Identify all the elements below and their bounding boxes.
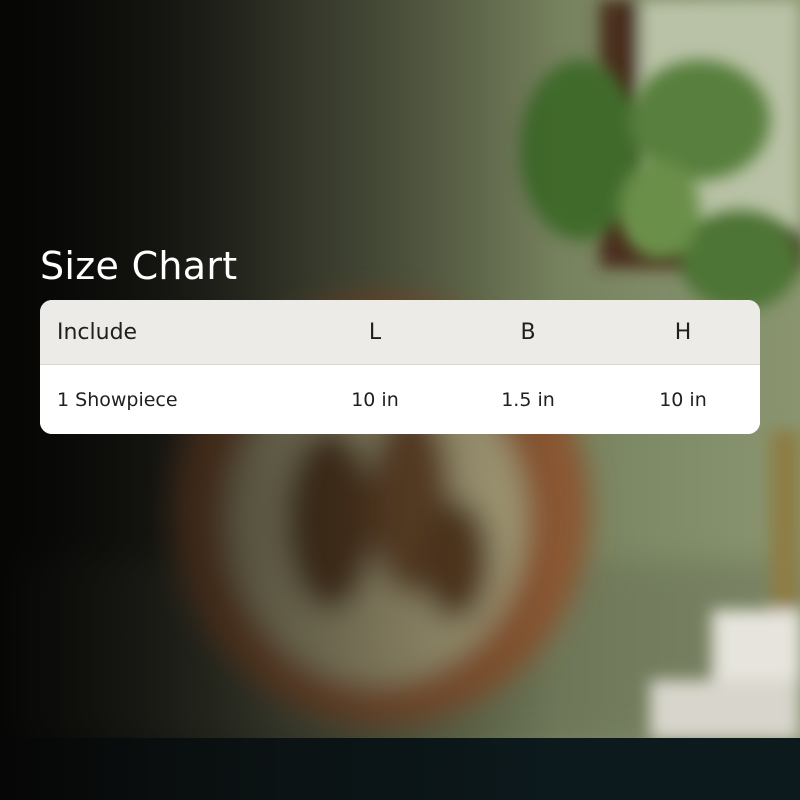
cell-breadth: 1.5 in xyxy=(501,388,555,411)
header-height: H xyxy=(674,319,692,345)
page-title: Size Chart xyxy=(40,244,238,288)
header-breadth: B xyxy=(520,319,536,345)
size-chart-table: Include L B H 1 Showpiece 10 in 1.5 in 1… xyxy=(40,300,760,434)
table-header-row: Include L B H xyxy=(40,300,760,365)
cell-length: 10 in xyxy=(351,388,399,411)
table-row: 1 Showpiece 10 in 1.5 in 10 in xyxy=(40,365,760,434)
cell-include: 1 Showpiece xyxy=(57,388,178,411)
header-length: L xyxy=(368,319,382,345)
header-include: Include xyxy=(57,319,138,345)
cell-height: 10 in xyxy=(659,388,707,411)
